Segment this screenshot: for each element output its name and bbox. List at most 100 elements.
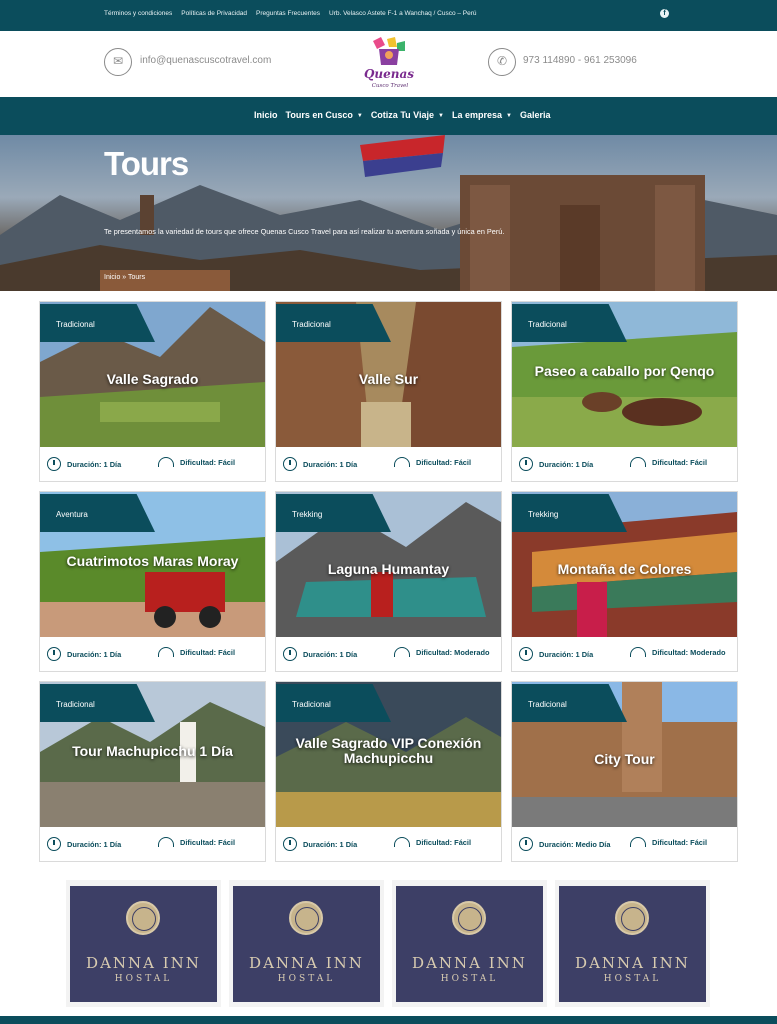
logo-subtext: Cusco Travel (372, 83, 409, 89)
tour-category-badge: Trekking (512, 494, 627, 532)
tour-meta: Duración: 1 Día Dificultad: Moderado (276, 644, 501, 668)
tour-meta: Duración: 1 Día Dificultad: Fácil (40, 454, 265, 478)
tour-duration: Duración: 1 Día (67, 649, 122, 659)
tour-duration: Duración: 1 Día (67, 839, 122, 849)
tour-card[interactable]: Trekking Laguna Humantay Duración: 1 Día… (275, 491, 502, 672)
tour-difficulty: Dificultad: Fácil (652, 457, 708, 467)
clock-icon (47, 837, 61, 851)
hotel-name: DANNA INN (249, 954, 364, 972)
tour-card[interactable]: Tradicional City Tour Duración: Medio Dí… (511, 681, 738, 862)
gauge-icon (630, 457, 646, 467)
phone-number[interactable]: 973 114890 - 961 253096 (523, 55, 637, 66)
nav-item-tours[interactable]: Tours en Cusco ▼ (286, 110, 363, 120)
tour-difficulty: Dificultad: Moderado (652, 647, 726, 657)
clock-icon (47, 457, 61, 471)
tour-title[interactable]: Valle Sagrado VIP Conexión Machupicchu (276, 736, 501, 766)
top-bar: Términos y condiciones Políticas de Priv… (0, 0, 777, 31)
clock-icon (47, 647, 61, 661)
hotel-name: DANNA INN (575, 954, 690, 972)
tour-title[interactable]: Tour Machupicchu 1 Día (40, 744, 265, 759)
tour-duration: Duración: 1 Día (539, 649, 594, 659)
tour-difficulty: Dificultad: Moderado (416, 647, 490, 657)
gauge-icon (158, 837, 174, 847)
tour-title[interactable]: Laguna Humantay (276, 562, 501, 577)
tour-difficulty: Dificultad: Fácil (652, 837, 708, 847)
tour-duration: Duración: Medio Día (539, 839, 611, 849)
hotel-seal-icon (452, 901, 486, 935)
breadcrumb[interactable]: Inicio » Tours (104, 274, 145, 281)
tour-difficulty: Dificultad: Fácil (416, 457, 472, 467)
tour-card[interactable]: Tradicional Valle Sur Duración: 1 Día Di… (275, 301, 502, 482)
main-nav: Inicio Tours en Cusco ▼ Cotiza Tu Viaje ▼ … (0, 97, 777, 135)
gauge-icon (158, 647, 174, 657)
nav-item-empresa[interactable]: La empresa ▼ (452, 110, 512, 120)
chevron-down-icon: ▼ (356, 113, 363, 119)
tour-title[interactable]: City Tour (512, 752, 737, 767)
top-links: Términos y condiciones Políticas de Priv… (104, 10, 477, 17)
site-logo[interactable]: Quenas Cusco Travel (363, 35, 415, 93)
clock-icon (519, 457, 533, 471)
tour-difficulty: Dificultad: Fácil (416, 837, 472, 847)
tour-meta: Duración: 1 Día Dificultad: Fácil (276, 454, 501, 478)
tour-duration: Duración: 1 Día (303, 649, 358, 659)
hotel-name: DANNA INN (86, 954, 201, 972)
page-subtitle: Te presentamos la variedad de tours que … (104, 227, 505, 236)
hotel-type: HOSTAL (277, 974, 336, 984)
tour-duration: Duración: 1 Día (539, 459, 594, 469)
hotel-type: HOSTAL (603, 974, 662, 984)
gauge-icon (394, 647, 410, 657)
hotel-name: DANNA INN (412, 954, 527, 972)
chevron-down-icon: ▼ (505, 113, 512, 119)
email-link[interactable]: info@quenascuscotravel.com (140, 55, 271, 66)
privacy-link[interactable]: Políticas de Privacidad (181, 10, 247, 17)
hotel-seal-icon (289, 901, 323, 935)
tour-title[interactable]: Montaña de Colores (512, 562, 737, 577)
nav-item-cotiza[interactable]: Cotiza Tu Viaje ▼ (371, 110, 444, 120)
tour-category-badge: Tradicional (276, 304, 391, 342)
flag-image (360, 135, 445, 177)
envelope-icon: ✉ (104, 48, 132, 76)
tour-title[interactable]: Paseo a caballo por Qenqo (512, 364, 737, 379)
address-text: Urb. Velasco Astete F-1 a Wanchaq / Cusc… (329, 10, 477, 17)
gauge-icon (630, 647, 646, 657)
tour-card[interactable]: Tradicional Valle Sagrado Duración: 1 Dí… (39, 301, 266, 482)
tour-category-badge: Trekking (276, 494, 391, 532)
tour-category-badge: Tradicional (512, 304, 627, 342)
logo-text: Quenas (364, 67, 414, 81)
tour-category-badge: Tradicional (40, 304, 155, 342)
tour-card[interactable]: Tradicional Tour Machupicchu 1 Día Durac… (39, 681, 266, 862)
phone-icon: ✆ (488, 48, 516, 76)
tour-title[interactable]: Valle Sur (276, 372, 501, 387)
nav-item-galeria[interactable]: Galeria (520, 110, 551, 120)
gauge-icon (158, 457, 174, 467)
tour-meta: Duración: 1 Día Dificultad: Moderado (512, 644, 737, 668)
footer-bar (0, 1016, 777, 1024)
tour-duration: Duración: 1 Día (303, 459, 358, 469)
clock-icon (519, 837, 533, 851)
tour-meta: Duración: 1 Día Dificultad: Fácil (40, 644, 265, 668)
tour-duration: Duración: 1 Día (303, 839, 358, 849)
clock-icon (519, 647, 533, 661)
tour-title[interactable]: Cuatrimotos Maras Moray (40, 554, 265, 569)
tour-title[interactable]: Valle Sagrado (40, 372, 265, 387)
chevron-down-icon: ▼ (438, 113, 444, 119)
hotel-logo[interactable]: DANNA INN HOSTAL (555, 880, 710, 1007)
clock-icon (283, 837, 297, 851)
nav-item-inicio[interactable]: Inicio (254, 110, 278, 120)
tour-card[interactable]: Aventura Cuatrimotos Maras Moray Duració… (39, 491, 266, 672)
gauge-icon (394, 457, 410, 467)
tour-category-badge: Tradicional (276, 684, 391, 722)
hotel-seal-icon (615, 901, 649, 935)
page-title: Tours (104, 145, 189, 182)
hotel-logo[interactable]: DANNA INN HOSTAL (229, 880, 384, 1007)
terms-link[interactable]: Términos y condiciones (104, 10, 172, 17)
tour-card[interactable]: Tradicional Valle Sagrado VIP Conexión M… (275, 681, 502, 862)
gauge-icon (630, 837, 646, 847)
faq-link[interactable]: Preguntas Frecuentes (256, 10, 320, 17)
hotel-logo[interactable]: DANNA INN HOSTAL (66, 880, 221, 1007)
facebook-icon[interactable]: f (660, 9, 669, 18)
hotel-logo[interactable]: DANNA INN HOSTAL (392, 880, 547, 1007)
tour-card[interactable]: Tradicional Paseo a caballo por Qenqo Du… (511, 301, 738, 482)
hotel-seal-icon (126, 901, 160, 935)
tour-card[interactable]: Trekking Montaña de Colores Duración: 1 … (511, 491, 738, 672)
